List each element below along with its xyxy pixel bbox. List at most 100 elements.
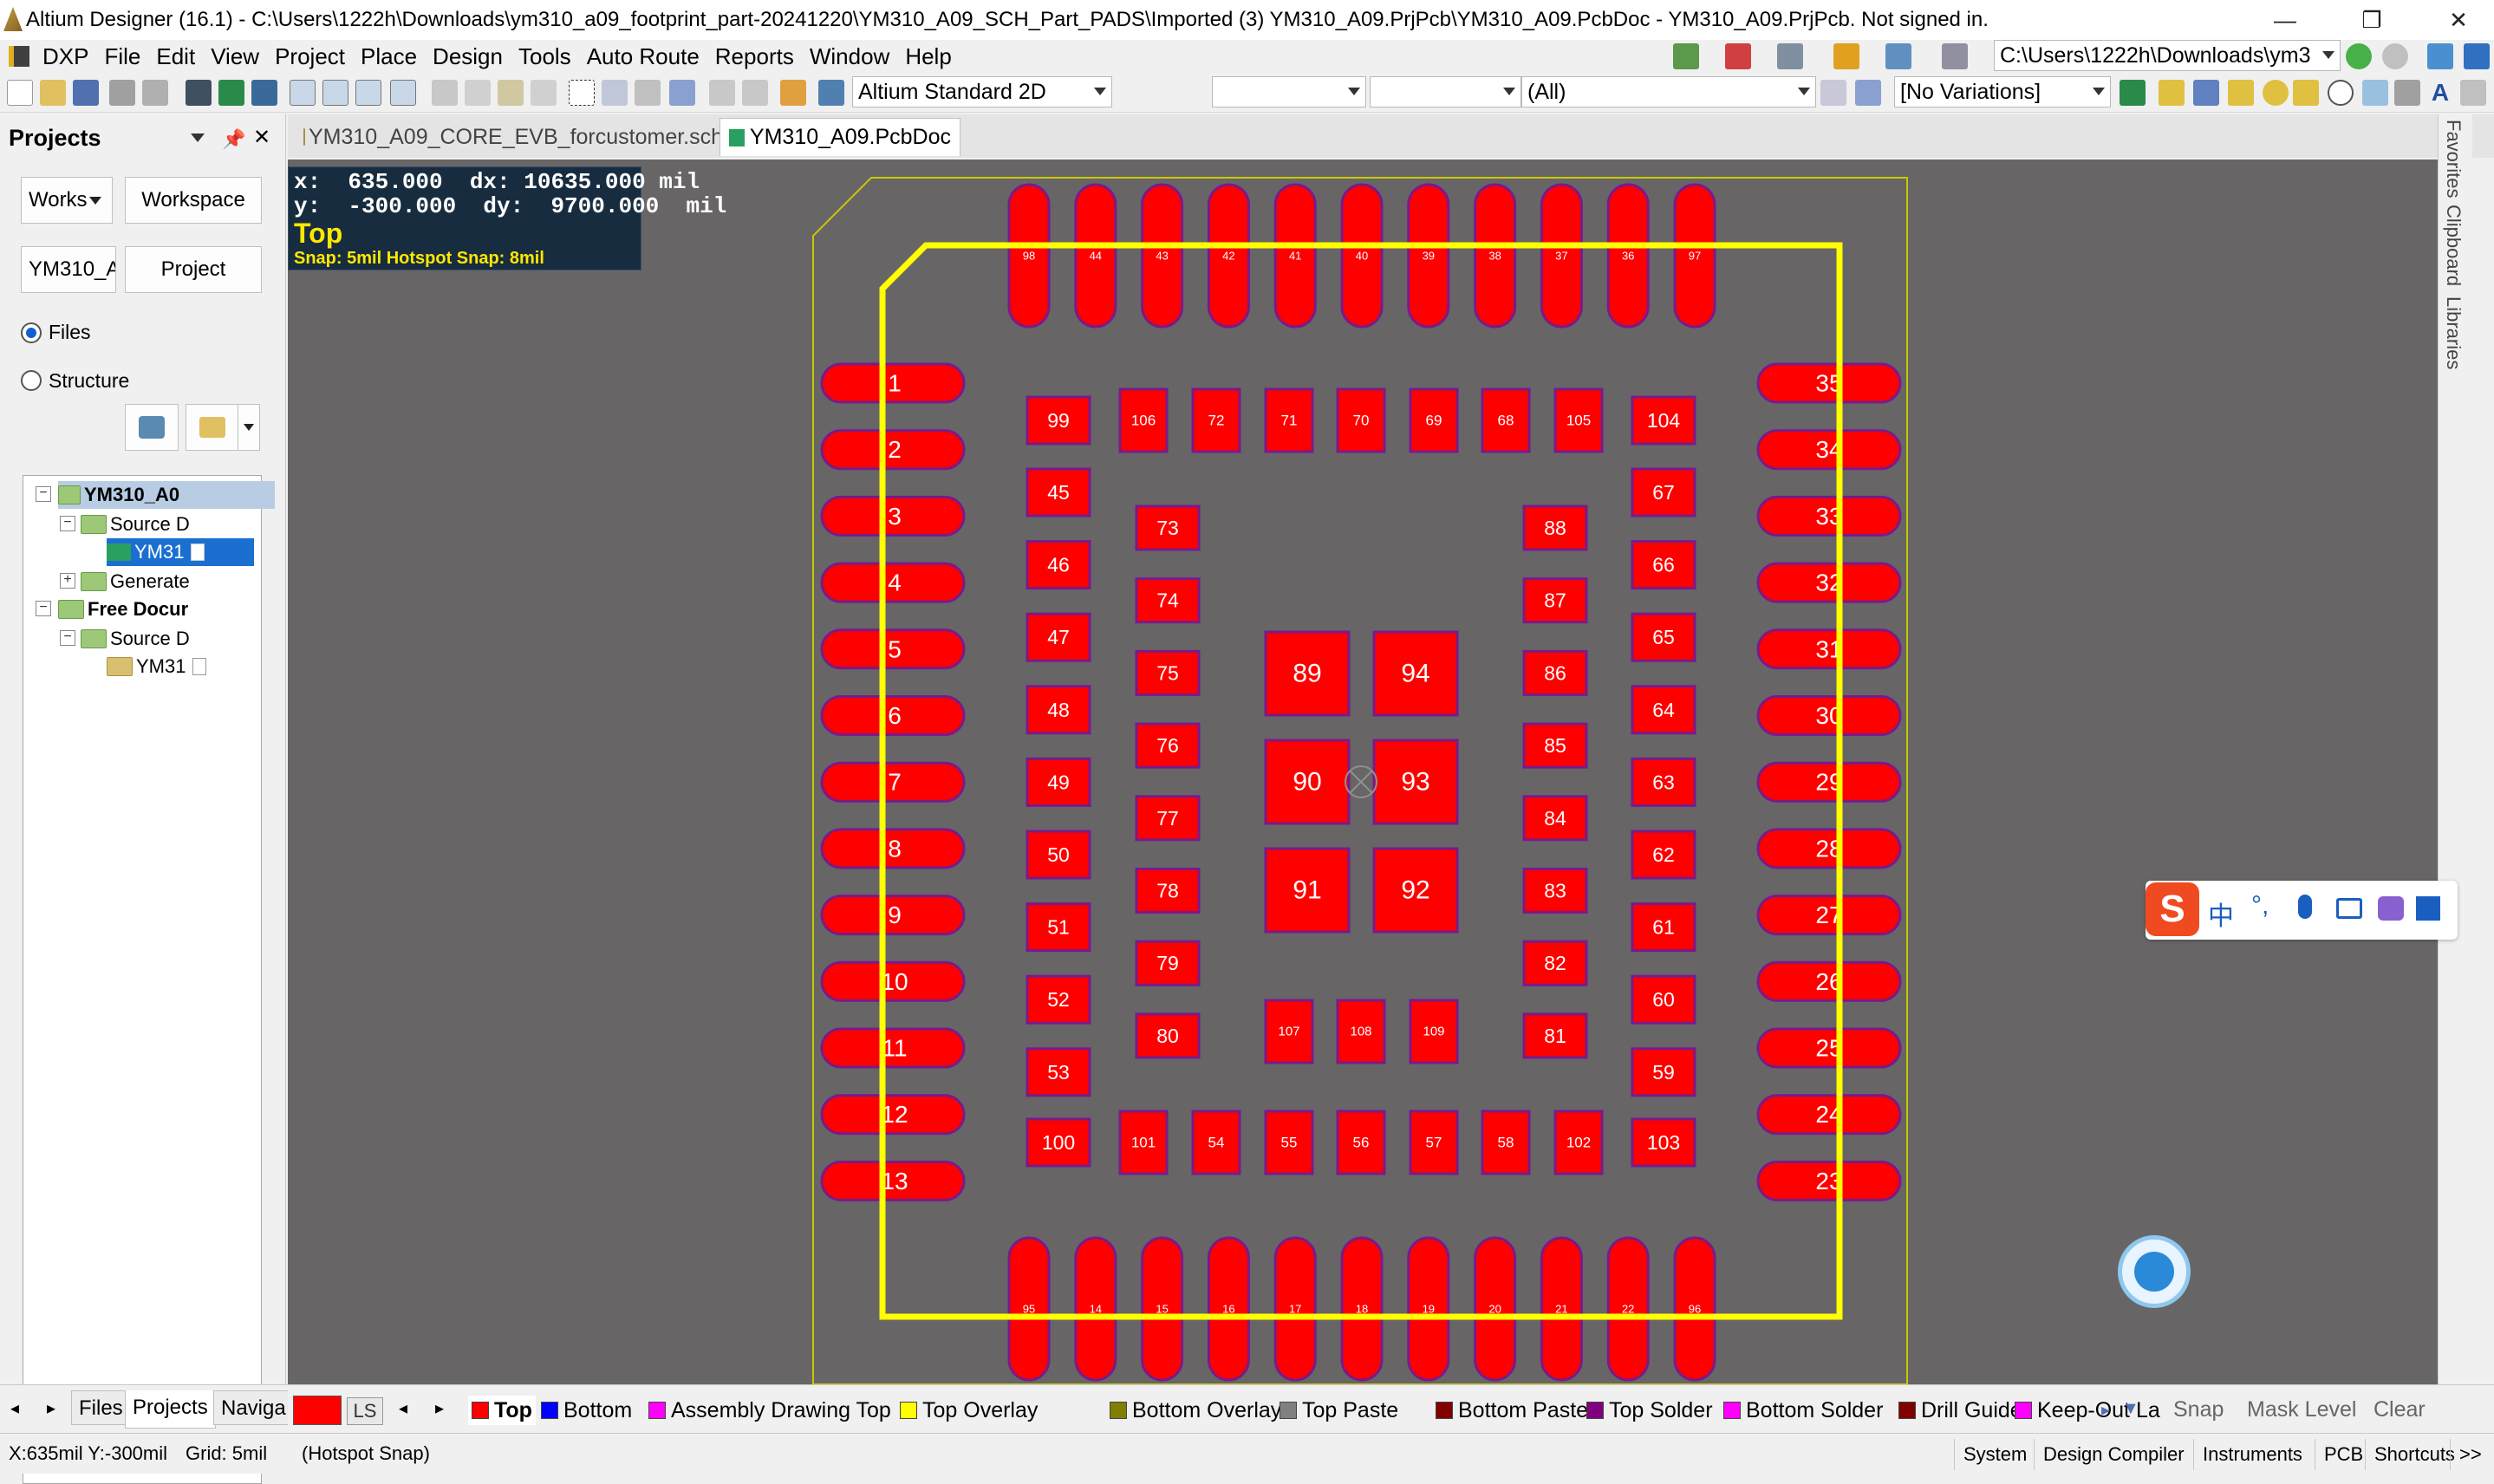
layer-set-button[interactable]: LS <box>347 1397 383 1425</box>
layer-tab-bottom[interactable]: Bottom <box>541 1396 632 1425</box>
compile-button[interactable] <box>125 404 179 451</box>
scroll-left-icon[interactable]: ◂ <box>10 1397 19 1419</box>
menu-design[interactable]: Design <box>425 43 511 70</box>
clear-filter-icon[interactable] <box>669 80 695 106</box>
toolbox-icon[interactable] <box>2416 896 2440 921</box>
assistant-bubble-icon[interactable] <box>2118 1235 2191 1308</box>
tree-item-schdoc[interactable]: YM31 <box>107 653 254 680</box>
tab-navigator[interactable]: Naviga <box>213 1390 294 1425</box>
cut-icon[interactable] <box>432 80 458 106</box>
workspace-button[interactable]: Workspace <box>125 177 262 224</box>
component-icon[interactable] <box>1777 43 1803 69</box>
menu-help[interactable]: Help <box>897 43 959 70</box>
print-preview-icon[interactable] <box>142 80 168 106</box>
clear-mask-icon[interactable] <box>1855 80 1881 106</box>
forward-icon[interactable] <box>2382 43 2408 69</box>
layer-tab-assembly-drawing-top[interactable]: Assembly Drawing Top <box>648 1396 891 1425</box>
panel-menu-icon[interactable] <box>191 133 205 142</box>
layer-tab-drill-guide[interactable]: Drill Guide <box>1898 1396 2022 1425</box>
menu-dxp[interactable]: DXP <box>35 43 96 70</box>
save-icon[interactable] <box>73 80 99 106</box>
text-icon[interactable]: A <box>2427 80 2453 106</box>
back-icon[interactable] <box>2346 43 2372 69</box>
structure-radio[interactable] <box>21 370 42 391</box>
workspace-combo[interactable]: Works <box>21 177 113 224</box>
status-tab-system[interactable]: System <box>1954 1439 2035 1470</box>
layer-tab-top-paste[interactable]: Top Paste <box>1280 1396 1398 1425</box>
class-combo[interactable] <box>1370 76 1521 107</box>
variations-combo[interactable]: [No Variations] <box>1894 76 2111 107</box>
deselect-icon[interactable] <box>635 80 661 106</box>
tree-item-source-documents[interactable]: Source D <box>81 511 207 538</box>
grid-icon[interactable] <box>1942 43 1968 69</box>
tree-item-project[interactable]: YM310_A0 <box>58 481 275 509</box>
layer-tab-bottom-solder[interactable]: Bottom Solder <box>1723 1396 1883 1425</box>
select-area-icon[interactable] <box>569 80 595 106</box>
fill-icon[interactable] <box>2362 80 2388 106</box>
layers-3d-icon[interactable] <box>186 80 212 106</box>
polygon-icon[interactable] <box>2394 80 2420 106</box>
layer-scroll-right-icon[interactable]: ▸ <box>435 1397 444 1419</box>
layer-tab-bottom-paste[interactable]: Bottom Paste <box>1436 1396 1588 1425</box>
tab-projects[interactable]: Projects <box>125 1390 216 1429</box>
tab-files[interactable]: Files <box>71 1390 131 1425</box>
sheet-icon[interactable] <box>251 80 277 106</box>
status-tab-design-compiler[interactable]: Design Compiler <box>2034 1439 2193 1470</box>
tree-item-free-documents[interactable]: Free Docur <box>58 596 207 623</box>
diff-pair-icon[interactable] <box>2193 80 2219 106</box>
open-project-button[interactable] <box>186 404 239 451</box>
keyboard-icon[interactable] <box>2336 898 2362 919</box>
close-window-button[interactable]: ✕ <box>2424 0 2493 40</box>
interactive-route-icon[interactable] <box>2159 80 2185 106</box>
paste-icon[interactable] <box>498 80 524 106</box>
clear-button[interactable]: Clear <box>2374 1397 2426 1422</box>
menu-view[interactable]: View <box>203 43 267 70</box>
tree-expander[interactable]: − <box>36 486 51 502</box>
align-icon[interactable] <box>1725 43 1751 69</box>
panel-close-icon[interactable]: ✕ <box>253 125 270 150</box>
libraries-tab[interactable]: Libraries <box>2442 296 2465 369</box>
layer-scroll-more-icon[interactable]: ▸ <box>2101 1399 2110 1421</box>
extra-icon[interactable] <box>2464 43 2490 69</box>
room-icon[interactable] <box>1885 43 1911 69</box>
zoom-fit-icon[interactable] <box>290 80 316 106</box>
layer-filter-icon[interactable]: ▼ <box>2122 1399 2139 1419</box>
place-pad-icon[interactable] <box>2263 80 2289 106</box>
tree-item-source-documents-2[interactable]: Source D <box>81 625 207 653</box>
apply-filter-icon[interactable] <box>1820 80 1846 106</box>
filter-combo[interactable]: (All) <box>1521 76 1816 107</box>
tree-expander[interactable]: − <box>60 630 75 646</box>
menu-edit[interactable]: Edit <box>148 43 203 70</box>
layer-tab-bottom-overlay[interactable]: Bottom Overlay <box>1110 1396 1281 1425</box>
path-combo[interactable]: C:\Users\1222h\Downloads\ym3 <box>1994 40 2341 71</box>
mask-level-button[interactable]: Mask Level <box>2247 1397 2356 1422</box>
measure-icon[interactable] <box>1673 43 1699 69</box>
layer-tab-top[interactable]: Top <box>468 1396 536 1425</box>
tree-expander[interactable]: + <box>60 573 75 589</box>
microphone-icon[interactable] <box>2298 895 2312 919</box>
tab-pcbdoc[interactable]: YM310_A09.PcbDoc <box>720 118 960 156</box>
multi-route-icon[interactable] <box>2228 80 2254 106</box>
current-layer-swatch[interactable] <box>293 1396 342 1425</box>
layer-tab-top-solder[interactable]: Top Solder <box>1586 1396 1713 1425</box>
move-icon[interactable] <box>602 80 628 106</box>
dimension-icon[interactable] <box>1833 43 1859 69</box>
layer-tab-top-overlay[interactable]: Top Overlay <box>900 1396 1038 1425</box>
menu-auto-route[interactable]: Auto Route <box>579 43 707 70</box>
clipboard-tab[interactable]: Clipboard <box>2442 205 2465 286</box>
menu-reports[interactable]: Reports <box>707 43 802 70</box>
home-icon[interactable] <box>2427 43 2453 69</box>
restore-button[interactable]: ❐ <box>2337 0 2406 40</box>
open-icon[interactable] <box>40 80 66 106</box>
menu-place[interactable]: Place <box>353 43 425 70</box>
files-radio[interactable] <box>21 322 42 343</box>
status-tab-instruments[interactable]: Instruments <box>2193 1439 2311 1470</box>
net-combo[interactable] <box>1212 76 1366 107</box>
zoom-area-icon[interactable] <box>322 80 348 106</box>
minimize-button[interactable]: — <box>2250 0 2320 40</box>
zoom-filter-icon[interactable] <box>390 80 416 106</box>
redo-icon[interactable] <box>742 80 768 106</box>
menu-file[interactable]: File <box>96 43 148 70</box>
tree-item-pcbdoc[interactable]: YM31 <box>107 538 254 566</box>
view-config-combo[interactable]: Altium Standard 2D <box>852 76 1112 107</box>
